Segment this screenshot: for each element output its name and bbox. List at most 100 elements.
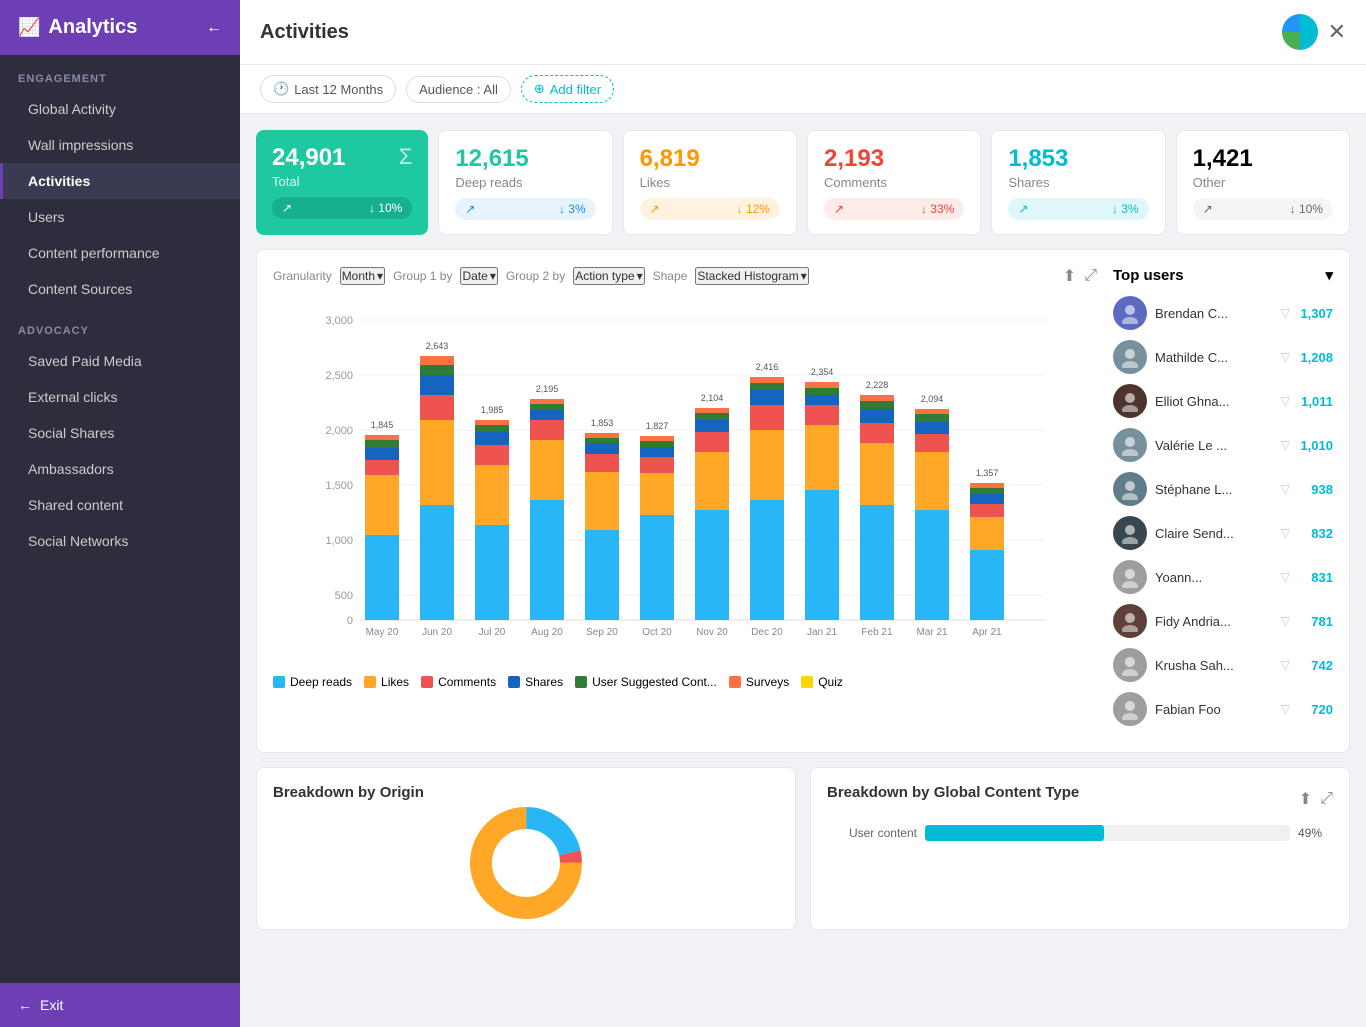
filter-icon[interactable]: ▽ (1281, 702, 1290, 716)
granularity-select[interactable]: Month (340, 267, 385, 285)
main-panel: Activities ✕ 🕐 Last 12 Months Audience :… (240, 0, 1366, 1027)
chevron-down-icon-2 (490, 269, 496, 283)
expand-button-2[interactable]: ⤢ (1320, 789, 1333, 809)
content-area: 24,901ΣTotal↗↓ 10%12,615Deep reads↗↓ 3%6… (240, 114, 1366, 1027)
stat-value-deep-reads: 12,615 (455, 145, 528, 173)
sidebar-item-external-clicks[interactable]: External clicks (0, 379, 240, 415)
expand-button[interactable]: ⤢ (1084, 266, 1097, 286)
stat-footer-shares: ↗↓ 3% (1008, 198, 1148, 220)
sidebar-item-content-sources[interactable]: Content Sources (0, 271, 240, 307)
filter-icon[interactable]: ▽ (1281, 658, 1290, 672)
svg-text:Oct 20: Oct 20 (642, 627, 672, 638)
filters-bar: 🕐 Last 12 Months Audience : All ⊕ Add fi… (240, 65, 1366, 114)
sidebar-item-wall-impressions[interactable]: Wall impressions (0, 127, 240, 163)
sidebar-item-content-performance[interactable]: Content performance (0, 235, 240, 271)
shape-label: Shape (653, 269, 688, 283)
content-type-chart-actions: ⬆ ⤢ (1299, 789, 1333, 809)
legend-item: Deep reads (273, 675, 352, 689)
svg-text:1,827: 1,827 (646, 421, 669, 431)
stat-card-likes: 6,819Likes↗↓ 12% (623, 130, 797, 235)
chart-legend: Deep readsLikesCommentsSharesUser Sugges… (273, 675, 1097, 689)
user-name: Claire Send... (1155, 526, 1273, 541)
svg-text:1,853: 1,853 (591, 418, 614, 428)
filter-icon[interactable]: ▽ (1281, 614, 1290, 628)
svg-text:2,500: 2,500 (325, 370, 353, 382)
legend-dot (575, 676, 587, 688)
sidebar-item-users[interactable]: Users (0, 199, 240, 235)
sidebar-section-label: ADVOCACY (0, 307, 240, 343)
chart-controls: Granularity Month Group 1 by Date Group … (273, 266, 1097, 286)
trend-change: ↓ 12% (737, 202, 770, 216)
legend-dot (729, 676, 741, 688)
user-name: Stéphane L... (1155, 482, 1273, 497)
legend-label: Deep reads (290, 675, 352, 689)
sidebar-back-button[interactable]: ← (206, 19, 222, 37)
granularity-label: Granularity (273, 269, 332, 283)
sidebar-item-ambassadors[interactable]: Ambassadors (0, 451, 240, 487)
trend-up-icon: ↗ (465, 202, 475, 216)
trend-up-icon: ↗ (1018, 202, 1028, 216)
trend-up-icon: ↗ (1203, 202, 1213, 216)
sidebar-item-social-networks[interactable]: Social Networks (0, 523, 240, 559)
stat-card-total: 24,901ΣTotal↗↓ 10% (256, 130, 428, 235)
breakdown-content-type-title: Breakdown by Global Content Type (827, 784, 1079, 801)
stat-label-comments: Comments (824, 175, 964, 190)
user-row: Yoann... ▽ 831 (1113, 560, 1333, 594)
filter-icon[interactable]: ▽ (1281, 438, 1290, 452)
topbar-actions: ✕ (1282, 14, 1346, 50)
user-score: 781 (1298, 614, 1333, 629)
trend-change: ↓ 10% (369, 201, 402, 215)
trend-change: ↓ 3% (559, 202, 586, 216)
user-score: 720 (1298, 702, 1333, 717)
avatar (1113, 428, 1147, 462)
filter-icon[interactable]: ▽ (1281, 350, 1290, 364)
top-users-title: Top users (1113, 267, 1184, 284)
svg-text:0: 0 (347, 615, 353, 627)
sidebar-item-global-activity[interactable]: Global Activity (0, 91, 240, 127)
stacked-bar-chart: 3,000 2,500 2,000 1,500 1,000 500 0 (273, 300, 1097, 665)
avatar (1113, 648, 1147, 682)
sidebar-exit-button[interactable]: ← Exit (0, 983, 240, 1027)
group1-select[interactable]: Date (460, 267, 497, 285)
stat-card-comments: 2,193Comments↗↓ 33% (807, 130, 981, 235)
close-button[interactable]: ✕ (1328, 21, 1346, 43)
group2-label: Group 2 by (506, 269, 565, 283)
legend-label: Comments (438, 675, 496, 689)
sidebar-item-activities[interactable]: Activities (0, 163, 240, 199)
svg-text:2,228: 2,228 (866, 380, 889, 390)
filter-icon[interactable]: ▽ (1281, 570, 1290, 584)
legend-item: Surveys (729, 675, 789, 689)
user-name: Fidy Andria... (1155, 614, 1273, 629)
export-button[interactable]: ⬆ (1063, 266, 1076, 286)
filter-icon[interactable]: ▽ (1281, 394, 1290, 408)
svg-text:Jan 21: Jan 21 (807, 627, 837, 638)
avatar (1113, 516, 1147, 550)
chevron-down-icon-5[interactable]: ▾ (1325, 266, 1333, 284)
filter-icon[interactable]: ▽ (1281, 306, 1290, 320)
filter-icon[interactable]: ▽ (1281, 482, 1290, 496)
user-name: Fabian Foo (1155, 702, 1273, 717)
users-list: Brendan C... ▽ 1,307 Mathilde C... ▽ 1,2… (1113, 296, 1333, 726)
avatar (1113, 384, 1147, 418)
sidebar-header: 📈 Analytics ← (0, 0, 240, 55)
legend-item: Likes (364, 675, 409, 689)
time-filter-button[interactable]: 🕐 Last 12 Months (260, 75, 396, 103)
stat-value-likes: 6,819 (640, 145, 700, 173)
filter-icon[interactable]: ▽ (1281, 526, 1290, 540)
sidebar-item-shared-content[interactable]: Shared content (0, 487, 240, 523)
user-score: 1,010 (1298, 438, 1333, 453)
sidebar-item-saved-paid-media[interactable]: Saved Paid Media (0, 343, 240, 379)
stat-label-deep-reads: Deep reads (455, 175, 595, 190)
avatar (1113, 560, 1147, 594)
export-button-2[interactable]: ⬆ (1299, 789, 1312, 809)
top-users-panel: Top users ▾ Brendan C... ▽ 1,307 Mathild… (1113, 266, 1333, 736)
user-score: 1,011 (1298, 394, 1333, 409)
shape-select[interactable]: Stacked Histogram (695, 267, 808, 285)
add-filter-button[interactable]: ⊕ Add filter (521, 75, 614, 103)
exit-icon: ← (18, 997, 32, 1013)
group2-select[interactable]: Action type (573, 267, 644, 285)
svg-text:500: 500 (335, 590, 353, 602)
breakdown-origin-title: Breakdown by Origin (273, 784, 779, 801)
audience-filter-button[interactable]: Audience : All (406, 76, 511, 103)
sidebar-item-social-shares[interactable]: Social Shares (0, 415, 240, 451)
